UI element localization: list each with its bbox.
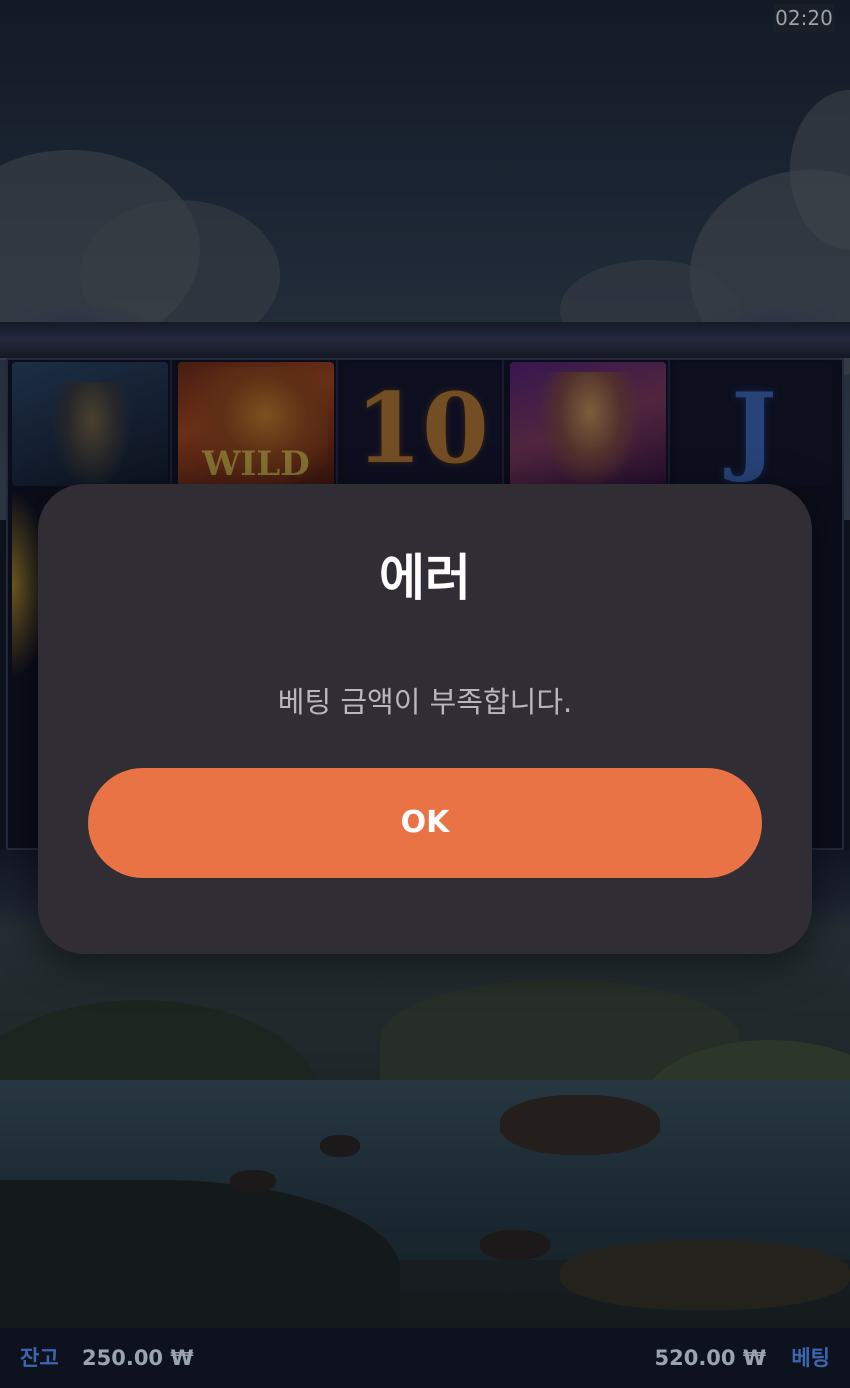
- bottom-bar: 잔고 250.00 ₩ 520.00 ₩ 베팅: [0, 1328, 850, 1388]
- balance-value: 250.00 ₩: [82, 1346, 194, 1370]
- bet-label: 베팅: [791, 1346, 830, 1370]
- clock: 02:20: [774, 4, 834, 32]
- error-dialog: 에러 베팅 금액이 부족합니다. OK: [38, 484, 812, 954]
- game-screen: WILD 10 J 02:20 잔고 250.00 ₩ 520.00 ₩ 베팅: [0, 0, 850, 1388]
- balance-label: 잔고: [20, 1346, 59, 1370]
- dialog-message: 베팅 금액이 부족합니다.: [277, 685, 573, 719]
- bet-value: 520.00 ₩: [654, 1346, 766, 1370]
- ok-button[interactable]: OK: [88, 768, 762, 878]
- dialog-title: 에러: [379, 549, 471, 607]
